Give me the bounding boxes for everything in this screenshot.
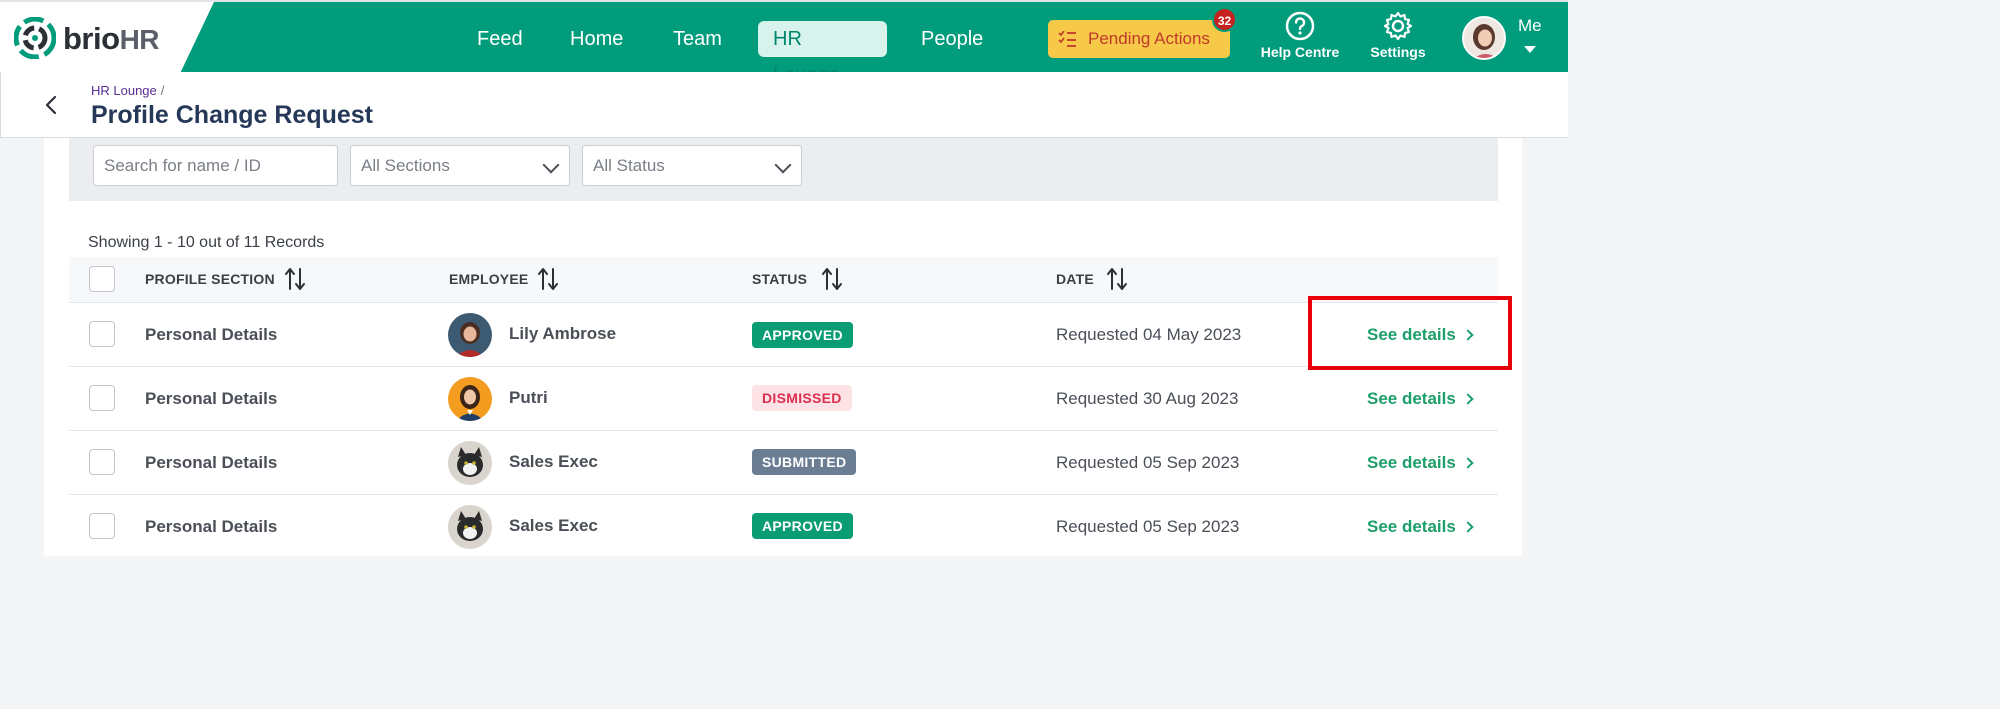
logo-text-accent: HR	[119, 24, 160, 55]
chevron-right-icon	[1462, 457, 1474, 469]
brio-logo-icon	[14, 17, 56, 59]
row-checkbox[interactable]	[89, 449, 115, 475]
logo-text-main: brio	[63, 21, 120, 56]
records-count: Showing 1 - 10 out of 11 Records	[88, 234, 325, 251]
status-badge: APPROVED	[752, 513, 853, 539]
column-header-date[interactable]: DATE	[1056, 271, 1094, 287]
nav-item-hr-lounge[interactable]: HR Lounge	[758, 21, 887, 86]
profile-section-cell: Personal Details	[145, 325, 278, 344]
chevron-right-icon	[1462, 521, 1474, 533]
sections-dropdown-value: All Sections	[361, 156, 450, 175]
employee-name-cell: Lily Ambrose	[509, 324, 617, 343]
pending-actions-label: Pending Actions	[1088, 29, 1210, 48]
nav-item-feed[interactable]: Feed	[462, 21, 538, 57]
column-header-profile-section[interactable]: PROFILE SECTION	[145, 271, 275, 287]
settings-label: Settings	[1370, 44, 1426, 60]
logo[interactable]: brioHR	[0, 2, 214, 74]
column-header-status[interactable]: STATUS	[752, 271, 807, 287]
avatar	[448, 441, 492, 485]
row-divider	[69, 430, 1498, 431]
status-dropdown-value: All Status	[593, 156, 665, 175]
pending-actions-button[interactable]: Pending Actions	[1048, 20, 1230, 58]
help-centre-label: Help Centre	[1260, 44, 1340, 60]
user-avatar[interactable]	[1462, 16, 1506, 60]
breadcrumb-separator: /	[160, 83, 165, 98]
employee-name-cell: Sales Exec	[509, 516, 598, 535]
back-arrow-icon[interactable]	[41, 94, 63, 116]
me-label[interactable]: Me	[1518, 16, 1542, 36]
date-cell: Requested 30 Aug 2023	[1056, 389, 1239, 408]
avatar	[448, 505, 492, 549]
avatar	[448, 377, 492, 421]
help-centre-button[interactable]: Help Centre	[1258, 10, 1342, 60]
settings-button[interactable]: Settings	[1366, 10, 1430, 60]
employee-photo	[448, 313, 492, 357]
employee-name-cell: Sales Exec	[509, 452, 598, 471]
chevron-down-icon	[774, 156, 792, 174]
select-all-checkbox[interactable]	[89, 266, 115, 292]
see-details-label: See details	[1367, 453, 1456, 472]
date-cell: Requested 05 Sep 2023	[1056, 517, 1240, 536]
nav-item-team[interactable]: Team	[658, 21, 737, 57]
employee-photo	[448, 377, 492, 421]
top-navigation: brioHR Feed Home Team HR Lounge People P…	[0, 0, 1568, 86]
profile-section-cell: Personal Details	[145, 389, 278, 408]
highlight-annotation-box	[1308, 296, 1512, 370]
row-divider	[69, 366, 1498, 367]
status-badge: DISMISSED	[752, 385, 852, 411]
search-input[interactable]: Search for name / ID	[93, 145, 338, 186]
breadcrumb-hr-lounge[interactable]: HR Lounge	[91, 83, 157, 98]
sort-icon[interactable]	[1106, 267, 1128, 291]
sort-icon[interactable]	[537, 267, 559, 291]
breadcrumb: HR Lounge /	[91, 83, 164, 98]
pending-count-badge: 32	[1212, 7, 1237, 32]
nav-item-home[interactable]: Home	[555, 21, 638, 57]
sections-dropdown[interactable]: All Sections	[350, 145, 570, 186]
profile-section-cell: Personal Details	[145, 453, 278, 472]
status-badge: SUBMITTED	[752, 449, 857, 475]
see-details-label: See details	[1367, 517, 1456, 536]
date-cell: Requested 04 May 2023	[1056, 325, 1242, 344]
row-checkbox[interactable]	[89, 385, 115, 411]
chevron-right-icon	[1462, 393, 1474, 405]
row-divider	[69, 494, 1498, 495]
row-checkbox[interactable]	[89, 513, 115, 539]
sort-icon[interactable]	[821, 267, 843, 291]
user-photo	[1464, 18, 1504, 58]
help-icon	[1285, 11, 1315, 41]
see-details-link[interactable]: See details	[1367, 453, 1474, 473]
gear-icon	[1383, 11, 1413, 41]
checklist-icon	[1058, 31, 1076, 47]
row-checkbox[interactable]	[89, 321, 115, 347]
nav-item-people[interactable]: People	[906, 21, 998, 57]
caret-down-icon[interactable]	[1524, 46, 1536, 53]
avatar	[448, 313, 492, 357]
logo-text: brioHR	[63, 21, 160, 57]
page-header: HR Lounge / Profile Change Request	[0, 72, 1568, 138]
page-title: Profile Change Request	[91, 101, 373, 129]
sort-icon[interactable]	[284, 267, 306, 291]
see-details-link[interactable]: See details	[1367, 517, 1474, 537]
see-details-label: See details	[1367, 389, 1456, 408]
chevron-down-icon	[542, 156, 560, 174]
see-details-link[interactable]: See details	[1367, 389, 1474, 409]
date-cell: Requested 05 Sep 2023	[1056, 453, 1240, 472]
employee-photo	[448, 505, 492, 549]
status-dropdown[interactable]: All Status	[582, 145, 802, 186]
employee-name-cell: Putri	[509, 388, 548, 407]
column-header-employee[interactable]: EMPLOYEE	[449, 271, 528, 287]
employee-photo	[448, 441, 492, 485]
status-badge: APPROVED	[752, 322, 853, 348]
profile-section-cell: Personal Details	[145, 517, 278, 536]
